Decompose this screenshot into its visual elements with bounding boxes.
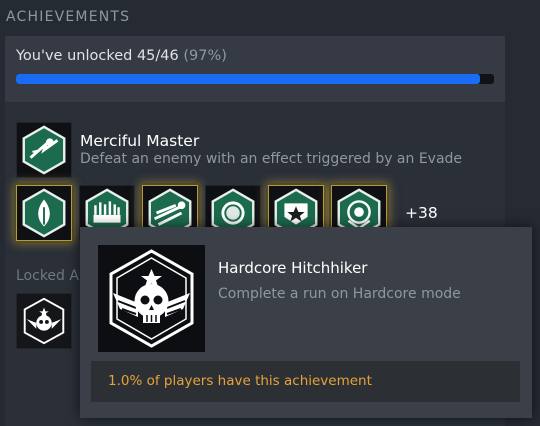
progress-count: You've unlocked 45/46: [16, 48, 179, 64]
recent-achievement-name: Merciful Master: [80, 132, 200, 150]
progress-label: You've unlocked 45/46 (97%): [16, 48, 227, 64]
progress-percent: (97%): [183, 48, 227, 64]
skull-wings-icon[interactable]: [16, 293, 72, 349]
evade-slash-icon[interactable]: [16, 122, 72, 178]
tooltip-achievement-name: Hardcore Hitchhiker: [218, 259, 368, 277]
tooltip-rarity-text: 1.0% of players have this achievement: [108, 373, 372, 389]
flame-leaf-icon[interactable]: [16, 185, 72, 241]
progress-bar: [16, 74, 494, 84]
skull-wings-icon: [98, 245, 205, 352]
progress-bar-fill: [16, 74, 480, 84]
progress-box: [5, 36, 505, 102]
recent-achievement-description: Defeat an enemy with an effect triggered…: [80, 151, 463, 167]
section-title: ACHIEVEMENTS: [6, 9, 131, 25]
tooltip-achievement-description: Complete a run on Hardcore mode: [218, 286, 461, 302]
more-achievements-count[interactable]: +38: [405, 204, 438, 222]
locked-section-label: Locked A: [16, 268, 79, 284]
